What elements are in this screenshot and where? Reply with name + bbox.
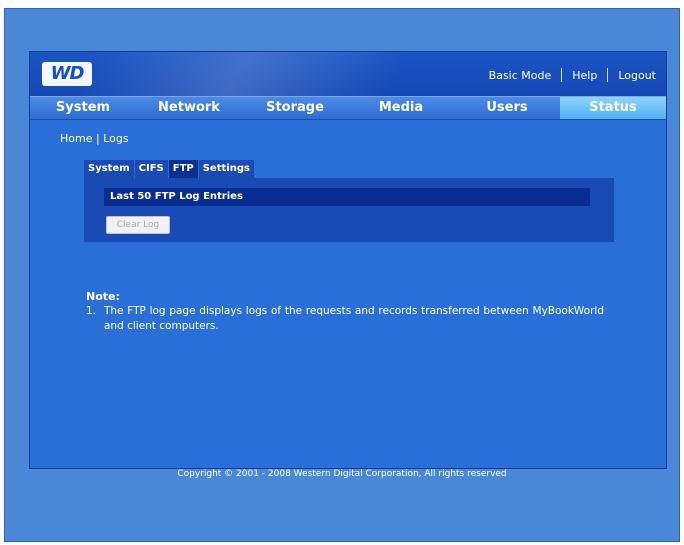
copyright-text: Copyright © 2001 - 2008 Western Digital … [177, 469, 507, 479]
breadcrumb-separator: | [95, 132, 100, 145]
logout-link[interactable]: Logout [618, 69, 656, 82]
header-links: Basic Mode Help Logout [489, 68, 656, 82]
link-divider [561, 68, 563, 82]
nav-tab-storage[interactable]: Storage [242, 97, 348, 119]
nav-tab-status[interactable]: Status [560, 97, 666, 119]
main-frame: WD Basic Mode Help Logout System Network… [29, 51, 667, 469]
subtab-settings[interactable]: Settings [198, 160, 254, 178]
nav-tab-users[interactable]: Users [454, 97, 560, 119]
breadcrumb-current: Logs [103, 132, 129, 145]
wd-logo[interactable]: WD [42, 62, 92, 86]
note-body: The FTP log page displays logs of the re… [104, 305, 604, 332]
log-entries-header: Last 50 FTP Log Entries [104, 188, 590, 206]
log-subtabs: System CIFS FTP Settings [84, 160, 255, 178]
note-title: Note: [86, 290, 120, 303]
nav-tab-media[interactable]: Media [348, 97, 454, 119]
nav-tab-network[interactable]: Network [136, 97, 242, 119]
breadcrumb-home-link[interactable]: Home [60, 132, 92, 145]
link-divider [607, 68, 609, 82]
subtab-ftp[interactable]: FTP [168, 160, 198, 178]
page-background: WD Basic Mode Help Logout System Network… [4, 8, 680, 542]
clear-log-button[interactable]: Clear Log [106, 216, 170, 234]
nav-tab-system[interactable]: System [30, 97, 136, 119]
subtab-system[interactable]: System [84, 160, 134, 178]
main-nav: System Network Storage Media Users Statu… [30, 96, 666, 120]
basic-mode-link[interactable]: Basic Mode [489, 69, 552, 82]
breadcrumb: Home | Logs [60, 132, 129, 145]
log-panel: Last 50 FTP Log Entries Clear Log [84, 178, 614, 242]
note-number: 1. [86, 305, 97, 317]
help-link[interactable]: Help [572, 69, 597, 82]
header: WD Basic Mode Help Logout [30, 52, 666, 102]
subtab-cifs[interactable]: CIFS [134, 160, 168, 178]
header-decoration [77, 52, 443, 102]
